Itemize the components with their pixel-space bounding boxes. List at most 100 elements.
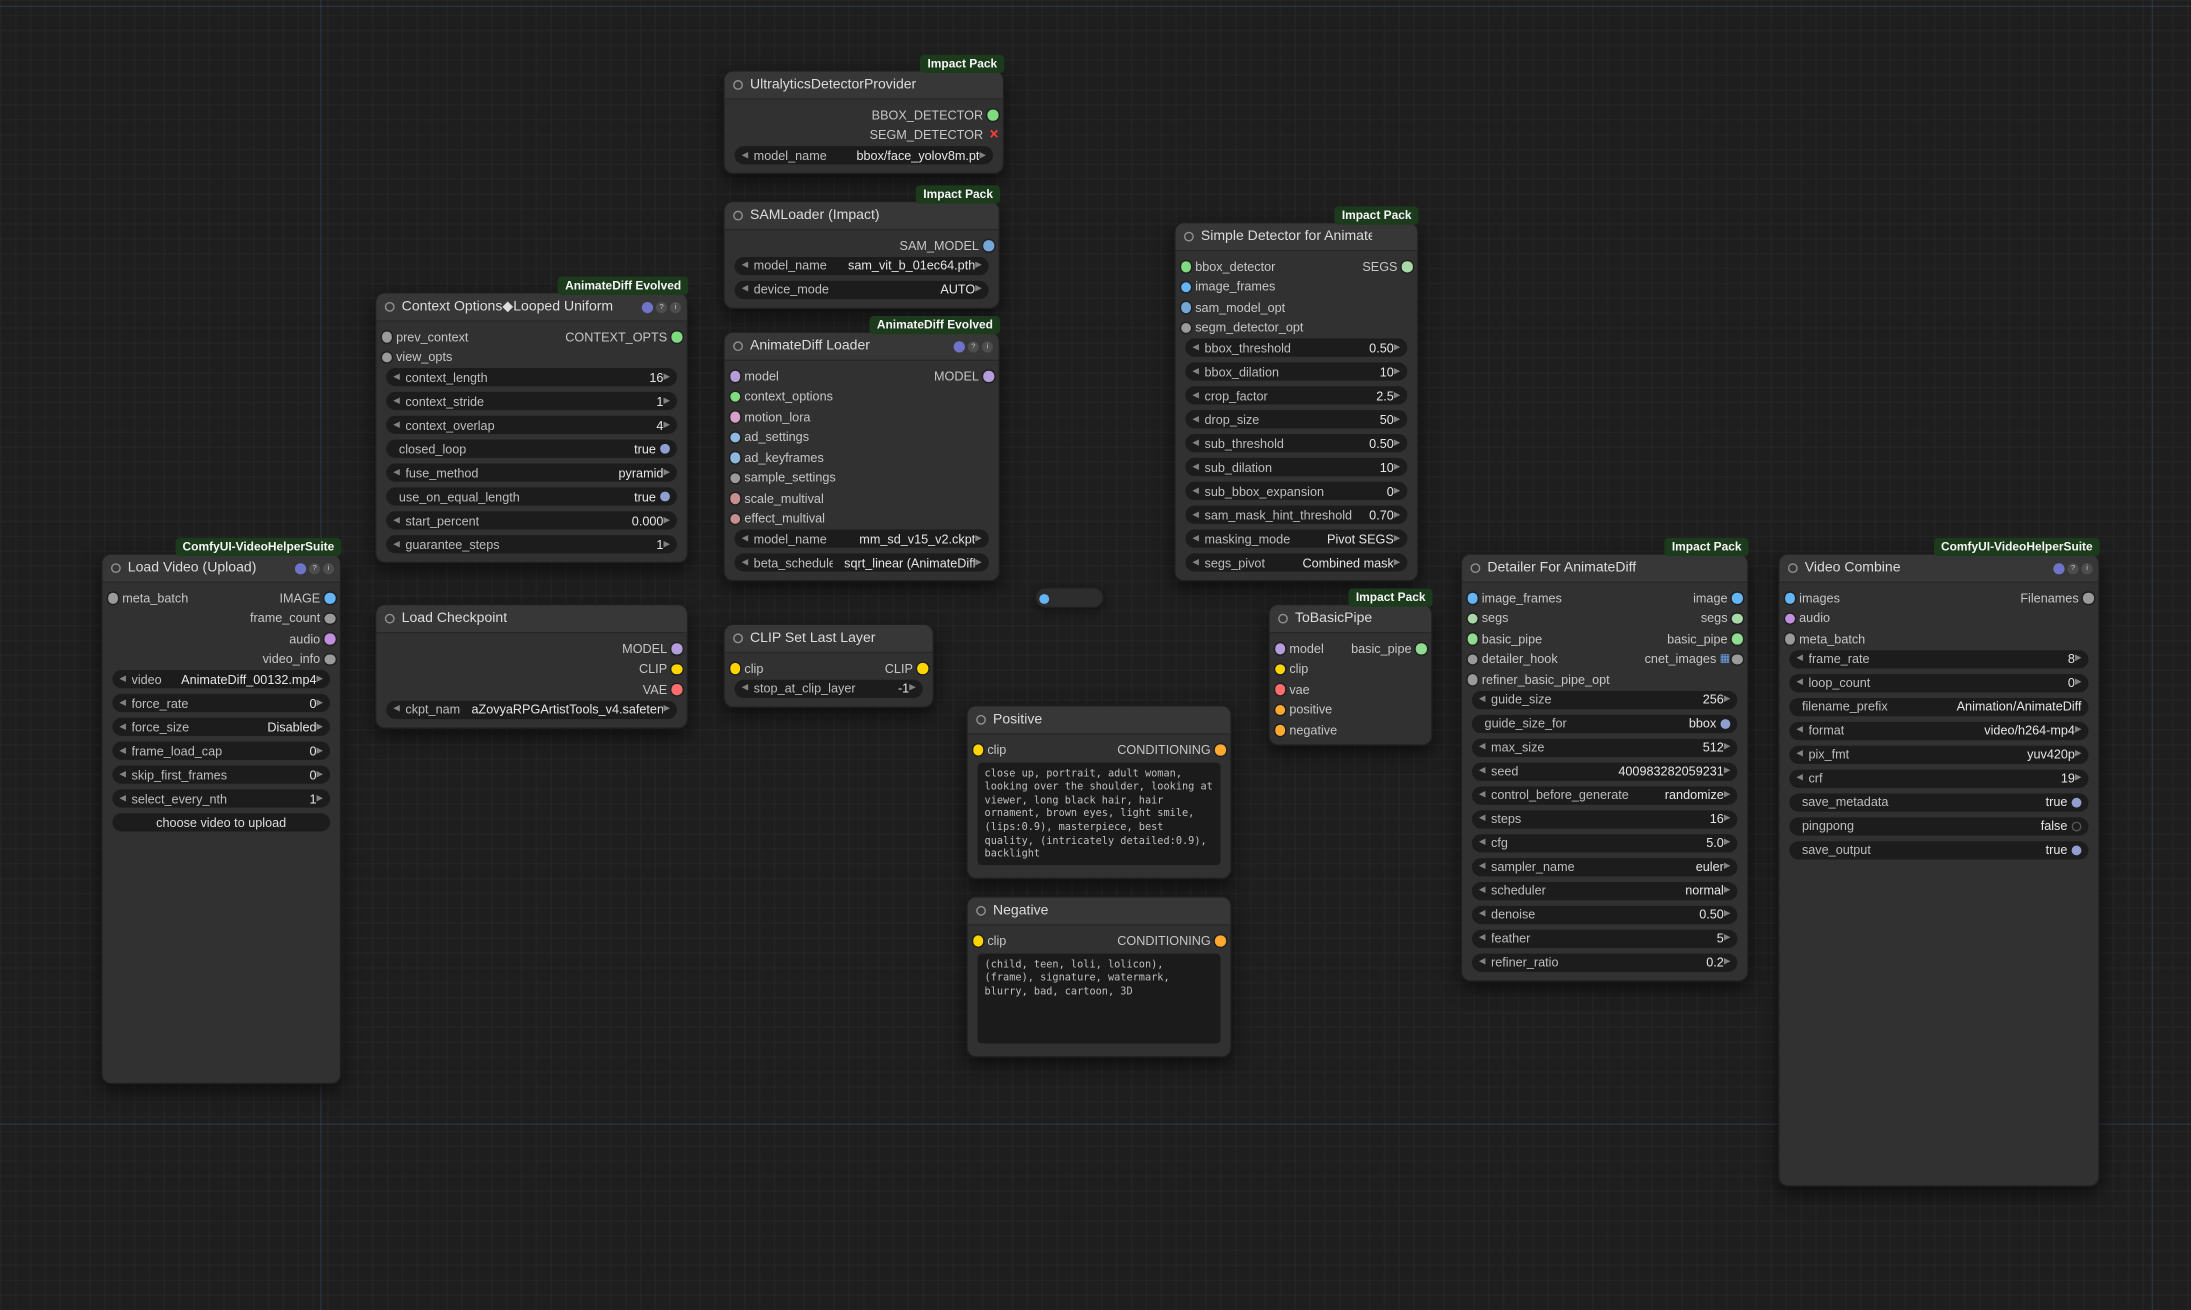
- input-slot[interactable]: [1275, 725, 1286, 736]
- widget-pingpong[interactable]: pingpongfalse: [1789, 817, 2088, 835]
- input-slot[interactable]: [1467, 634, 1478, 645]
- collapse-dot[interactable]: [733, 341, 743, 351]
- widget-scheduler[interactable]: ◀schedulernormal▶: [1472, 881, 1737, 899]
- widget-skip-first-frames[interactable]: ◀skip_first_frames0▶: [112, 765, 330, 783]
- output-slot[interactable]: [1215, 936, 1226, 947]
- decrement-arrow-icon[interactable]: ◀: [393, 468, 399, 476]
- decrement-arrow-icon[interactable]: ◀: [1479, 886, 1485, 894]
- decrement-arrow-icon[interactable]: ◀: [1796, 678, 1802, 686]
- input-slot[interactable]: [1275, 705, 1286, 716]
- output-slot[interactable]: [1732, 654, 1743, 665]
- decrement-arrow-icon[interactable]: ◀: [1192, 487, 1198, 495]
- input-slot[interactable]: [730, 371, 741, 382]
- decrement-arrow-icon[interactable]: ◀: [1479, 934, 1485, 942]
- widget-masking-mode[interactable]: ◀masking_modePivot SEGS▶: [1185, 529, 1407, 547]
- increment-arrow-icon[interactable]: ▶: [1394, 511, 1400, 519]
- decrement-arrow-icon[interactable]: ◀: [742, 285, 748, 293]
- widget-context-length[interactable]: ◀context_length16▶: [386, 368, 677, 386]
- increment-arrow-icon[interactable]: ▶: [1724, 910, 1730, 918]
- node-loadvideo[interactable]: Load Video (Upload)?imeta_batchIMAGEfram…: [101, 553, 341, 1084]
- widget-guide-size-for[interactable]: guide_size_forbbox: [1472, 714, 1737, 732]
- widget-stop-at-clip-layer[interactable]: ◀stop_at_clip_layer-1▶: [735, 679, 923, 697]
- increment-arrow-icon[interactable]: ▶: [1724, 815, 1730, 823]
- decrement-arrow-icon[interactable]: ◀: [1479, 862, 1485, 870]
- input-slot[interactable]: [730, 663, 741, 674]
- increment-arrow-icon[interactable]: ▶: [1394, 343, 1400, 351]
- output-slot[interactable]: [671, 332, 682, 343]
- output-slot[interactable]: [983, 371, 994, 382]
- decrement-arrow-icon[interactable]: ◀: [119, 723, 125, 731]
- increment-arrow-icon[interactable]: ▶: [1724, 886, 1730, 894]
- increment-arrow-icon[interactable]: ▶: [663, 373, 669, 381]
- input-slot[interactable]: [107, 593, 118, 604]
- widget-segs-pivot[interactable]: ◀segs_pivotCombined mask▶: [1185, 553, 1407, 571]
- increment-arrow-icon[interactable]: ▶: [2075, 678, 2081, 686]
- widget-use-on-equal-length[interactable]: use_on_equal_lengthtrue: [386, 487, 677, 505]
- input-slot[interactable]: [1784, 593, 1795, 604]
- input-slot[interactable]: [730, 473, 741, 484]
- node-negative[interactable]: NegativeclipCONDITIONING(child, teen, lo…: [966, 896, 1231, 1058]
- decrement-arrow-icon[interactable]: ◀: [119, 794, 125, 802]
- increment-arrow-icon[interactable]: ▶: [1394, 415, 1400, 423]
- increment-arrow-icon[interactable]: ▶: [317, 699, 323, 707]
- output-slot[interactable]: [1215, 745, 1226, 756]
- widget-seed[interactable]: ◀seed400983282059231▶: [1472, 762, 1737, 780]
- widget-cfg[interactable]: ◀cfg5.0▶: [1472, 834, 1737, 852]
- input-slot[interactable]: [973, 936, 984, 947]
- output-slot[interactable]: [324, 634, 335, 645]
- output-slot[interactable]: [671, 644, 682, 655]
- node-titlebar[interactable]: CLIP Set Last Layer: [725, 625, 933, 653]
- widget-sub-dilation[interactable]: ◀sub_dilation10▶: [1185, 458, 1407, 476]
- increment-arrow-icon[interactable]: ▶: [1724, 934, 1730, 942]
- input-slot[interactable]: [1180, 282, 1191, 293]
- widget-filename-prefix[interactable]: filename_prefixAnimation/AnimateDiff: [1789, 697, 2088, 715]
- decrement-arrow-icon[interactable]: ◀: [1192, 511, 1198, 519]
- output-slot[interactable]: [1402, 262, 1413, 273]
- increment-arrow-icon[interactable]: ▶: [1394, 367, 1400, 375]
- widget-bbox-threshold[interactable]: ◀bbox_threshold0.50▶: [1185, 338, 1407, 356]
- increment-arrow-icon[interactable]: ▶: [317, 746, 323, 754]
- collapse-dot[interactable]: [1184, 232, 1194, 242]
- increment-arrow-icon[interactable]: ▶: [1724, 791, 1730, 799]
- input-slot[interactable]: [1039, 593, 1049, 603]
- widget-control-before-generate[interactable]: ◀control_before_generaterandomize▶: [1472, 786, 1737, 804]
- collapse-dot[interactable]: [1471, 563, 1481, 573]
- widget-denoise[interactable]: ◀denoise0.50▶: [1472, 905, 1737, 923]
- output-slot[interactable]: [324, 593, 335, 604]
- widget-closed-loop[interactable]: closed_looptrue: [386, 440, 677, 458]
- increment-arrow-icon[interactable]: ▶: [975, 534, 981, 542]
- node-adloader[interactable]: AnimateDiff Loader?imodelMODELcontext_op…: [723, 331, 1000, 581]
- increment-arrow-icon[interactable]: ▶: [909, 684, 915, 692]
- node-titlebar[interactable]: AnimateDiff Loader?i: [725, 333, 999, 361]
- input-slot[interactable]: [730, 432, 741, 443]
- decrement-arrow-icon[interactable]: ◀: [393, 421, 399, 429]
- increment-arrow-icon[interactable]: ▶: [317, 675, 323, 683]
- decrement-arrow-icon[interactable]: ◀: [1479, 815, 1485, 823]
- decrement-arrow-icon[interactable]: ◀: [1479, 791, 1485, 799]
- decrement-arrow-icon[interactable]: ◀: [1796, 774, 1802, 782]
- decrement-arrow-icon[interactable]: ◀: [742, 534, 748, 542]
- node-detector[interactable]: Simple Detector for AnimateDiffbbox_dete…: [1174, 222, 1418, 582]
- node-titlebar[interactable]: Load Checkpoint: [376, 605, 686, 633]
- widget-save-output[interactable]: save_outputtrue: [1789, 841, 2088, 859]
- increment-arrow-icon[interactable]: ▶: [663, 705, 669, 713]
- collapse-dot[interactable]: [385, 614, 395, 624]
- input-slot[interactable]: [1784, 613, 1795, 624]
- input-slot[interactable]: [1784, 634, 1795, 645]
- widget-sub-bbox-expansion[interactable]: ◀sub_bbox_expansion0▶: [1185, 482, 1407, 500]
- widget-sampler-name[interactable]: ◀sampler_nameeuler▶: [1472, 857, 1737, 875]
- decrement-arrow-icon[interactable]: ◀: [1192, 558, 1198, 566]
- input-slot[interactable]: [381, 332, 392, 343]
- widget-video[interactable]: ◀videoAnimateDiff_00132.mp4▶: [112, 670, 330, 688]
- widget-sam-mask-hint-threshold[interactable]: ◀sam_mask_hint_threshold0.70▶: [1185, 506, 1407, 524]
- decrement-arrow-icon[interactable]: ◀: [1796, 654, 1802, 662]
- widget-force-size[interactable]: ◀force_sizeDisabled▶: [112, 718, 330, 736]
- decrement-arrow-icon[interactable]: ◀: [119, 675, 125, 683]
- node-detailer[interactable]: Detailer For AnimateDiffimage_framesimag…: [1461, 553, 1749, 981]
- collapse-dot[interactable]: [733, 211, 743, 221]
- decrement-arrow-icon[interactable]: ◀: [393, 516, 399, 524]
- increment-arrow-icon[interactable]: ▶: [1724, 695, 1730, 703]
- increment-arrow-icon[interactable]: ▶: [663, 468, 669, 476]
- decrement-arrow-icon[interactable]: ◀: [119, 746, 125, 754]
- increment-arrow-icon[interactable]: ▶: [663, 516, 669, 524]
